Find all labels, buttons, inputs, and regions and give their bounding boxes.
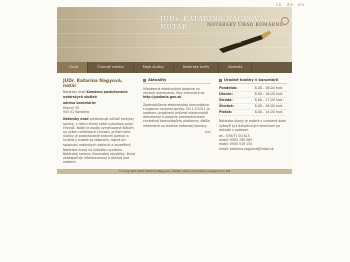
intro-paragraph: Notársky úrad predstavuje súčasť verejne…	[63, 117, 134, 147]
hours-column: Úradné hodiny v kancelárii Pondelok: 8.00…	[219, 78, 287, 151]
seal-icon	[281, 17, 289, 25]
news-header: Aktuality	[143, 78, 211, 84]
news-column: Aktuality Všeobecné elektronické podanie…	[143, 78, 211, 134]
news-icon	[143, 78, 146, 82]
email[interactable]: email: katarina.nagyova@notar.sk	[219, 147, 287, 151]
nav-item-contact[interactable]: Kontakt	[219, 62, 253, 73]
address-line-2: 945 01 Komárno	[63, 110, 90, 115]
site-header: JUDr. KATARÍNA NAGYOVÁ, NOTÁR NOTÁRSKY Ú…	[57, 7, 292, 62]
nav-item-home[interactable]: Úvod	[57, 62, 89, 73]
nav-item-notary-activity[interactable]: Činnosť notára	[88, 62, 134, 73]
intro-line: Notársky úrad Komárno poskytovanie notár…	[63, 90, 128, 99]
news-item-2: Zjednodušenie elektronickej komunikácie …	[143, 102, 210, 128]
nav-item-services[interactable]: Moje služby	[134, 62, 174, 73]
fountain-pen-icon	[219, 31, 271, 53]
nav-item-tariffs[interactable]: Notárske tarify	[174, 62, 220, 73]
hours-title: Úradné hodiny v kancelárii	[224, 78, 279, 82]
hours-row: Piatok: 8.00 - 14.00 hod.	[219, 110, 287, 117]
site-footer: © Copyright 2012 Katarína Nagyová, Všetk…	[57, 169, 292, 174]
intro-paragraph-2: Notárske úrady sú súčasťou systému Notár…	[63, 147, 136, 165]
news-link[interactable]: http://podanie.gov.sk	[143, 95, 181, 99]
news-title: Aktuality	[148, 78, 167, 82]
more-link[interactable]: viac	[143, 130, 211, 134]
hours-header: Úradné hodiny v kancelárii	[219, 78, 287, 84]
notary-name: JUDr. Katarína Nagyová, notár	[63, 79, 123, 90]
main-nav: Úvod Činnosť notára Moje služby Notárske…	[57, 62, 292, 73]
clock-icon	[219, 78, 222, 82]
main-content: JUDr. Katarína Nagyová, notár Notársky ú…	[57, 73, 292, 169]
intro-column: JUDr. Katarína Nagyová, notár Notársky ú…	[63, 79, 137, 165]
lang-en[interactable]: en	[298, 2, 305, 7]
news-item-1: Všeobecné elektronické podanie vo veciac…	[143, 87, 205, 100]
address-title: adresa kancelárie:	[63, 100, 97, 105]
hours-table: Pondelok: 8.00 - 16.00 hod. Utorok: 8.00 -…	[219, 86, 287, 117]
hours-note: Notárske úkony je možné v uvedené dobe v…	[219, 119, 287, 132]
